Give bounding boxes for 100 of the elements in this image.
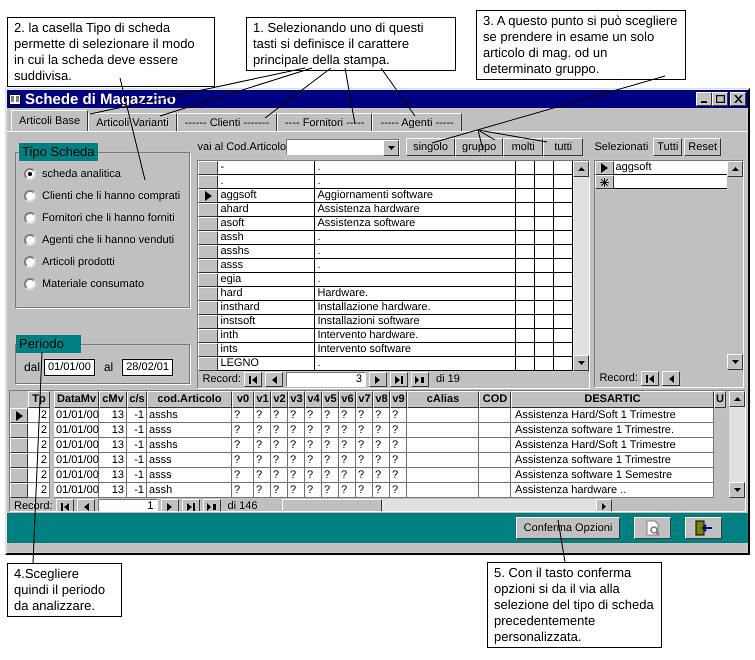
tab[interactable]: ----- Agenti ----- [372,113,462,131]
column-header[interactable]: v7 [356,391,373,408]
horizontal-scrollbar[interactable] [282,498,612,511]
first-record-button[interactable] [56,499,74,511]
column-header[interactable]: U [714,391,726,408]
radio-button[interactable] [24,256,36,268]
radio-button[interactable] [24,278,36,290]
date-field[interactable]: 01/01/00 [44,358,95,376]
scroll-up-button[interactable] [573,161,590,177]
last-record-button[interactable] [182,499,200,511]
row-selector[interactable] [198,217,218,231]
scroll-right-button[interactable] [596,498,612,511]
selection-button[interactable]: tutti [543,138,584,156]
table-cell: Aggiornamenti software [315,189,516,203]
row-selector[interactable] [198,245,218,259]
table-cell [554,301,574,315]
previous-record-button[interactable] [264,372,283,387]
first-record-button[interactable] [640,371,659,386]
column-header[interactable]: cMv [99,391,127,408]
tab[interactable]: ---- Fornitori ----- [277,113,372,131]
table-cell: . [315,175,516,189]
column-header[interactable]: c/s [127,391,147,408]
right-triangle-icon [602,503,606,510]
table-cell: . [218,175,316,189]
row-selector[interactable] [198,287,218,301]
column-header[interactable]: cAlias [407,391,479,408]
column-header[interactable]: v9 [390,391,407,408]
column-header[interactable]: v3 [288,391,305,408]
row-selector[interactable] [198,301,218,315]
minimize-button[interactable] [696,92,712,106]
tab[interactable]: Articoli Base [11,110,88,131]
column-header[interactable]: COD [479,391,511,408]
new-record-button[interactable] [410,372,429,387]
maximize-button[interactable] [712,92,728,106]
row-selector[interactable] [198,315,218,329]
column-header[interactable]: DESARTIC [511,391,714,408]
tab[interactable]: ------ Clienti ------- [176,113,277,131]
column-header[interactable]: v5 [322,391,339,408]
row-selector[interactable] [198,175,218,189]
row-selector[interactable] [198,203,218,217]
column-header[interactable]: v2 [271,391,288,408]
row-selector[interactable] [198,343,218,357]
new-row-selector[interactable] [595,175,614,189]
previous-record-button[interactable] [76,499,95,511]
column-header[interactable]: v8 [373,391,390,408]
row-selector[interactable] [10,483,28,498]
row-selector[interactable] [198,189,218,203]
vertical-scrollbar[interactable] [573,161,590,371]
scroll-down-button[interactable] [727,354,743,370]
vertical-scrollbar[interactable] [727,161,743,370]
close-button[interactable] [730,92,746,106]
row-selector[interactable] [595,161,614,175]
scroll-down-button[interactable] [573,355,590,371]
record-number-field[interactable]: 1 [98,499,158,511]
scroll-down-button[interactable] [729,482,745,498]
row-selector[interactable] [198,357,218,371]
last-record-button[interactable] [390,372,408,387]
row-selector[interactable] [10,438,28,453]
scroll-thumb[interactable] [282,498,382,511]
row-selector[interactable] [10,453,28,468]
next-record-button[interactable] [160,499,179,511]
first-record-button[interactable] [244,372,262,387]
tab[interactable]: Articoli Varianti [88,113,177,131]
new-record-button[interactable] [202,499,221,511]
article-dropdown[interactable] [286,139,400,155]
selection-button[interactable]: Reset [684,138,722,156]
selection-button[interactable]: molti [503,138,544,156]
new-record-icon [206,502,217,510]
column-header[interactable]: cod.Articolo [147,391,232,408]
vertical-scrollbar[interactable] [729,391,745,498]
column-header[interactable]: DataMv [54,391,99,408]
exit-button[interactable] [685,517,722,539]
row-selector[interactable] [10,423,28,438]
previous-record-button[interactable] [662,371,680,386]
record-number-field[interactable]: 3 [286,372,366,387]
row-selector[interactable] [198,259,218,273]
row-selector[interactable] [10,468,28,483]
row-selector[interactable] [198,329,218,343]
table-cell: ? [356,453,373,468]
table-cell: -1 [127,408,147,423]
selection-button[interactable]: singolo [406,138,455,156]
next-record-button[interactable] [368,372,387,387]
column-header[interactable]: v0 [232,391,254,408]
row-selector[interactable] [198,231,218,245]
dropdown-button[interactable] [383,140,400,156]
scroll-up-button[interactable] [729,391,745,407]
radio-button[interactable] [24,168,36,180]
column-header[interactable]: v4 [305,391,322,408]
print-preview-button[interactable] [634,517,671,539]
row-selector[interactable] [10,408,28,423]
selection-button[interactable]: Tutti [653,138,682,156]
date-field[interactable]: 28/02/01 [122,358,174,376]
column-header[interactable]: v6 [339,391,356,408]
radio-button[interactable] [24,190,36,202]
column-header[interactable]: v1 [254,391,271,408]
row-selector[interactable] [198,273,218,287]
radio-button[interactable] [24,234,36,246]
radio-button[interactable] [24,212,36,224]
row-selector[interactable] [198,161,218,175]
scroll-up-button[interactable] [727,161,743,177]
